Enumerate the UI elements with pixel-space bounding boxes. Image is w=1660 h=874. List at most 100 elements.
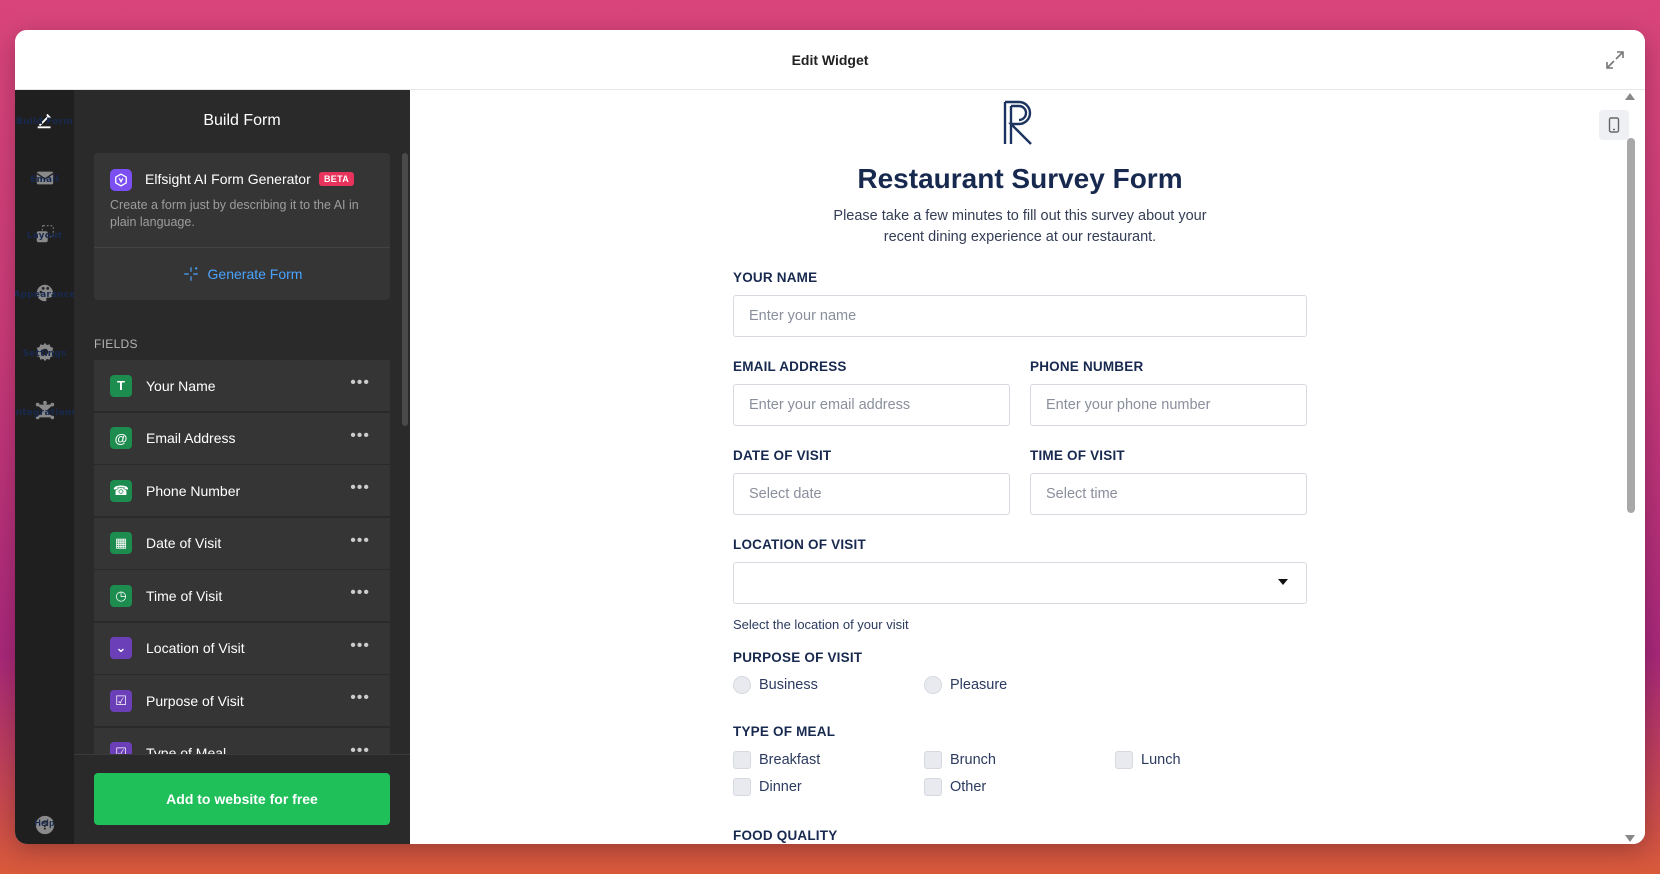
- date-input[interactable]: Select date: [733, 473, 1010, 515]
- rail-build-form[interactable]: Build Form: [15, 92, 74, 148]
- checkbox[interactable]: [924, 751, 942, 769]
- form-preview: Restaurant Survey Form Please take a few…: [410, 90, 1645, 844]
- purpose-option-pleasure[interactable]: Pleasure: [924, 676, 1007, 694]
- meal-option-other[interactable]: Other: [924, 778, 986, 796]
- option-label: Dinner: [759, 779, 802, 795]
- time-input[interactable]: Select time: [1030, 473, 1307, 515]
- field-type-icon: ☑: [110, 689, 132, 712]
- form-description: Please take a few minutes to fill out th…: [833, 208, 1207, 245]
- ai-generator-description: Create a form just by describing it to t…: [110, 198, 359, 229]
- field-row[interactable]: ⌄ Location of Visit •••: [94, 622, 390, 674]
- field-row[interactable]: T Your Name •••: [94, 360, 390, 411]
- meal-option-dinner[interactable]: Dinner: [733, 778, 802, 796]
- field-row[interactable]: ▦ Date of Visit •••: [94, 517, 390, 569]
- panel-scrollbar[interactable]: [402, 153, 408, 426]
- field-type-icon: T: [110, 374, 132, 397]
- field-type-icon: ☎: [110, 479, 132, 502]
- email-label: EMAIL ADDRESS: [733, 359, 847, 374]
- time-label: TIME OF VISIT: [1030, 448, 1125, 463]
- phone-device-icon: [1608, 117, 1620, 133]
- checkbox[interactable]: [733, 778, 751, 796]
- option-label: Other: [950, 779, 987, 795]
- rail-help[interactable]: ? Help: [15, 814, 74, 836]
- icon-rail: Build Form Email Layout Appearance Setti…: [15, 90, 77, 844]
- more-options-icon[interactable]: •••: [350, 689, 370, 707]
- field-name: Purpose of Visit: [146, 692, 244, 709]
- ai-generator-card: Elfsight AI Form Generator BETA Create a…: [94, 153, 390, 300]
- edit-widget-window: Edit Widget Build Form Email Layout Appe…: [15, 30, 1645, 844]
- generate-form-label: Generate Form: [207, 266, 303, 282]
- radio-button[interactable]: [733, 676, 751, 694]
- option-label: Brunch: [950, 752, 996, 768]
- location-hint: Select the location of your visit: [733, 617, 909, 632]
- field-row[interactable]: ☑ Purpose of Visit •••: [94, 675, 390, 726]
- add-to-website-button[interactable]: Add to website for free: [94, 773, 390, 825]
- rail-label: Appearance: [15, 290, 76, 300]
- more-options-icon[interactable]: •••: [350, 637, 370, 655]
- checkbox[interactable]: [924, 778, 942, 796]
- date-label: DATE OF VISIT: [733, 448, 832, 463]
- meal-option-breakfast[interactable]: Breakfast: [733, 751, 820, 769]
- sparkle-icon: [183, 267, 198, 281]
- generate-form-button[interactable]: Generate Form: [94, 248, 390, 300]
- cta-footer: Add to website for free: [74, 754, 410, 844]
- rail-settings[interactable]: Settings: [15, 324, 74, 380]
- checkbox[interactable]: [1115, 751, 1133, 769]
- field-row[interactable]: ☎ Phone Number •••: [94, 465, 390, 516]
- more-options-icon[interactable]: •••: [350, 532, 370, 550]
- more-options-icon[interactable]: •••: [350, 374, 370, 392]
- purpose-label: PURPOSE OF VISIT: [733, 650, 863, 665]
- field-row[interactable]: @ Email Address •••: [94, 412, 390, 464]
- food-quality-label: FOOD QUALITY: [733, 828, 838, 843]
- ai-generator-name: Elfsight AI Form Generator: [145, 171, 311, 187]
- title-bar: Edit Widget: [15, 30, 1645, 90]
- window-title: Edit Widget: [791, 51, 869, 68]
- form-title: Restaurant Survey Form: [857, 163, 1183, 194]
- field-name: Phone Number: [146, 482, 241, 499]
- rail-layout[interactable]: Layout: [15, 206, 74, 262]
- checkbox[interactable]: [733, 751, 751, 769]
- meal-option-brunch[interactable]: Brunch: [924, 751, 996, 769]
- elfsight-ai-icon: [110, 169, 132, 191]
- field-name: Date of Visit: [146, 535, 222, 551]
- email-input[interactable]: Enter your email address: [733, 384, 1010, 426]
- field-type-icon: ▦: [110, 532, 132, 554]
- field-type-icon: @: [110, 427, 132, 449]
- phone-input[interactable]: Enter your phone number: [1030, 384, 1307, 426]
- option-label: Lunch: [1141, 752, 1181, 768]
- meal-label: TYPE OF MEAL: [733, 724, 836, 739]
- your-name-label: YOUR NAME: [733, 270, 818, 285]
- meal-option-lunch[interactable]: Lunch: [1115, 751, 1181, 769]
- field-row[interactable]: ☑ Type of Meal •••: [94, 727, 390, 756]
- more-options-icon[interactable]: •••: [350, 479, 370, 497]
- field-name: Time of Visit: [146, 587, 223, 604]
- purpose-option-business[interactable]: Business: [733, 676, 818, 694]
- panel-title: Build Form: [203, 112, 281, 129]
- build-form-panel: Build Form Elfsight AI Form Generator BE…: [74, 90, 410, 844]
- caret-down-icon: [1278, 579, 1288, 585]
- your-name-input[interactable]: Enter your name: [733, 295, 1307, 337]
- scroll-up-arrow[interactable]: [1625, 93, 1635, 100]
- field-row[interactable]: ◷ Time of Visit •••: [94, 570, 390, 621]
- fields-section-label: FIELDS: [94, 337, 138, 351]
- rail-email[interactable]: Email: [15, 150, 74, 206]
- mobile-preview-button[interactable]: [1599, 110, 1629, 140]
- scroll-down-arrow[interactable]: [1625, 835, 1635, 842]
- more-options-icon[interactable]: •••: [350, 427, 370, 445]
- rail-label: Integrations: [15, 408, 77, 418]
- field-name: Your Name: [146, 377, 216, 394]
- rail-appearance[interactable]: Appearance: [15, 265, 76, 321]
- fields-list: T Your Name ••• @ Email Address ••• ☎ Phone Num…: [94, 360, 390, 756]
- field-type-icon: ◷: [110, 584, 132, 607]
- location-select[interactable]: [733, 562, 1307, 604]
- expand-icon[interactable]: [1603, 48, 1627, 72]
- rail-integrations[interactable]: Integrations: [15, 383, 77, 439]
- field-name: Email Address: [146, 430, 236, 446]
- beta-badge: BETA: [319, 172, 355, 186]
- more-options-icon[interactable]: •••: [350, 584, 370, 602]
- phone-label: PHONE NUMBER: [1030, 359, 1144, 374]
- radio-button[interactable]: [924, 676, 942, 694]
- field-type-icon: ⌄: [110, 637, 132, 659]
- preview-scrollbar[interactable]: [1627, 138, 1635, 513]
- rail-label: Help: [34, 818, 55, 828]
